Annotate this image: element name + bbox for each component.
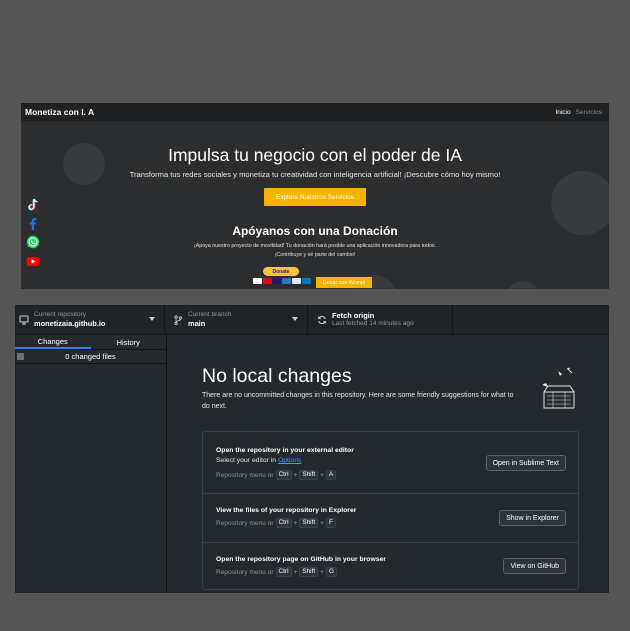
keyboard-shortcut: Repository menu or Ctrl + Shift + G (216, 567, 337, 577)
suggestion-subtitle-text: Select your editor in (216, 457, 278, 464)
changed-files-count: 0 changed files (65, 352, 116, 361)
suggestion-show-explorer: View the files of your repository in Exp… (203, 494, 578, 543)
fetch-origin-label: Fetch origin (332, 311, 375, 320)
page-description: There are no uncommitted changes in this… (202, 392, 514, 410)
main-panel: No local changes There are no uncommitte… (168, 335, 609, 593)
site-nav-links: Inicio Servicios (555, 109, 602, 116)
open-in-sublime-button[interactable]: Open in Sublime Text (485, 455, 566, 471)
keyboard-shortcut: Repository menu or Ctrl + Shift + A (216, 470, 337, 480)
payment-cards (253, 278, 311, 284)
branch-name: main (188, 319, 206, 328)
chevron-down-icon (149, 317, 155, 321)
suggestion-open-editor: Open the repository in your external edi… (203, 432, 578, 494)
suggestion-title: Open the repository in your external edi… (216, 447, 354, 454)
suggestion-title: Open the repository page on GitHub in yo… (216, 556, 386, 563)
suggestion-title: View the files of your repository in Exp… (216, 507, 357, 514)
tab-changes[interactable]: Changes (15, 335, 91, 349)
options-link[interactable]: Options (278, 457, 301, 464)
repository-name: monetizaia.github.io (34, 319, 106, 328)
computer-icon (19, 315, 29, 325)
repository-label: Current repository (34, 311, 87, 318)
key-letter: G (326, 567, 337, 577)
last-fetched-status: Last fetched 14 minutes ago (332, 320, 414, 327)
nav-link-inicio[interactable]: Inicio (555, 109, 570, 116)
branch-icon (173, 314, 183, 325)
suggestions-list: Open the repository in your external edi… (202, 431, 579, 590)
site-navbar: Monetiza con I. A Inicio Servicios (21, 103, 609, 121)
hero-title: Impulsa tu negocio con el poder de IA (168, 145, 462, 165)
paypal-donate-button[interactable]: Donate (263, 267, 299, 276)
shortcut-prefix: Repository menu or (216, 471, 274, 479)
wompi-donate-button[interactable]: Donar con Wompi (316, 277, 372, 288)
changed-files-header: 0 changed files (15, 350, 166, 364)
key-shift: Shift (299, 567, 319, 577)
key-shift: Shift (299, 518, 319, 528)
empty-state-illustration (542, 367, 575, 409)
key-ctrl: Ctrl (275, 567, 292, 577)
keyboard-shortcut: Repository menu or Ctrl + Shift + F (216, 518, 336, 528)
fetch-origin-button[interactable]: Fetch origin Last fetched 14 minutes ago (308, 305, 453, 334)
branch-label: Current branch (188, 311, 232, 318)
toolbar: Current repository monetizaia.github.io … (15, 305, 609, 335)
key-ctrl: Ctrl (275, 518, 292, 528)
donation-text: ¡Apoya nuestro proyecto de movilidad! Tu… (193, 243, 437, 249)
current-repository-dropdown[interactable]: Current repository monetizaia.github.io (15, 305, 165, 334)
card-icon (253, 278, 262, 284)
card-icon (272, 278, 282, 284)
card-icon (302, 278, 311, 284)
decorative-bubble (506, 281, 540, 289)
changes-sidebar: Changes History 0 changed files (15, 335, 167, 593)
card-icon (292, 278, 302, 284)
key-shift: Shift (299, 470, 319, 480)
hero-subtitle: Transforma tus redes sociales y monetiza… (129, 170, 501, 179)
chevron-down-icon (292, 317, 298, 321)
tiktok-icon[interactable] (26, 198, 40, 211)
card-icon (282, 278, 292, 284)
github-desktop-window: Current repository monetizaia.github.io … (15, 305, 609, 593)
suggestion-view-github: Open the repository page on GitHub in yo… (203, 543, 578, 591)
shortcut-prefix: Repository menu or (216, 519, 274, 527)
donation-title: Apóyanos con una Donación (232, 224, 398, 238)
select-all-checkbox[interactable] (17, 353, 24, 360)
sidebar-tabs: Changes History (15, 335, 166, 350)
key-letter: F (326, 518, 336, 528)
show-in-explorer-button[interactable]: Show in Explorer (499, 510, 566, 526)
current-branch-dropdown[interactable]: Current branch main (165, 305, 308, 334)
website-preview: Monetiza con I. A Inicio Servicios Impul… (21, 103, 609, 289)
explore-services-button[interactable]: Explora Nuestros Servicios (264, 188, 366, 206)
suggestion-subtitle: Select your editor in Options (216, 457, 301, 464)
card-icon (262, 278, 272, 284)
key-letter: A (326, 470, 337, 480)
page-title: No local changes (202, 365, 352, 387)
nav-link-servicios[interactable]: Servicios (576, 109, 602, 116)
tab-history[interactable]: History (91, 335, 167, 349)
key-ctrl: Ctrl (275, 470, 292, 480)
view-on-github-button[interactable]: View on GitHub (503, 558, 566, 574)
shortcut-prefix: Repository menu or (216, 568, 274, 576)
site-brand[interactable]: Monetiza con I. A (25, 107, 94, 117)
donation-cta-text: ¡Contribuye y sé parte del cambio! (274, 252, 356, 258)
sync-icon (317, 315, 327, 325)
